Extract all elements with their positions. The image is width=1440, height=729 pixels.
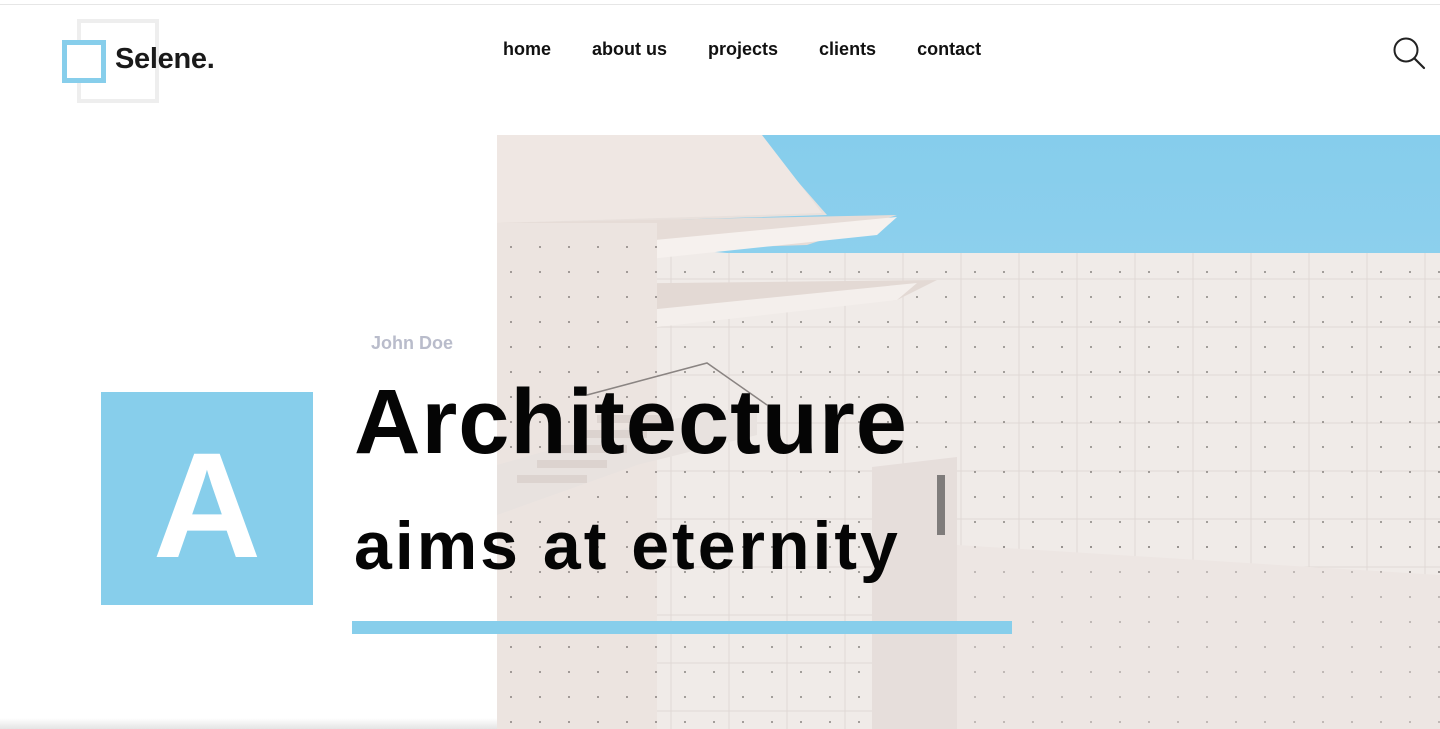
nav-projects[interactable]: projects xyxy=(708,39,778,60)
hero-title-line1: Architecture xyxy=(354,371,908,473)
logo-square-icon xyxy=(62,40,106,83)
hero-accent-underline xyxy=(352,621,1012,634)
nav-contact[interactable]: contact xyxy=(917,39,981,60)
logo[interactable]: Selene. xyxy=(62,19,262,105)
brand-name: Selene. xyxy=(115,43,215,75)
hero-letter: A xyxy=(152,420,262,589)
search-icon[interactable] xyxy=(1392,36,1426,70)
nav-home[interactable]: home xyxy=(503,39,551,60)
nav-about-us[interactable]: about us xyxy=(592,39,667,60)
main-nav: home about us projects clients contact xyxy=(503,39,981,60)
nav-clients[interactable]: clients xyxy=(819,39,876,60)
hero-letter-block: A xyxy=(101,392,313,605)
top-border xyxy=(0,0,1440,5)
bottom-shadow xyxy=(0,718,497,729)
hero-title-line2: aims at eternity xyxy=(354,508,901,584)
hero-author: John Doe xyxy=(371,333,454,353)
